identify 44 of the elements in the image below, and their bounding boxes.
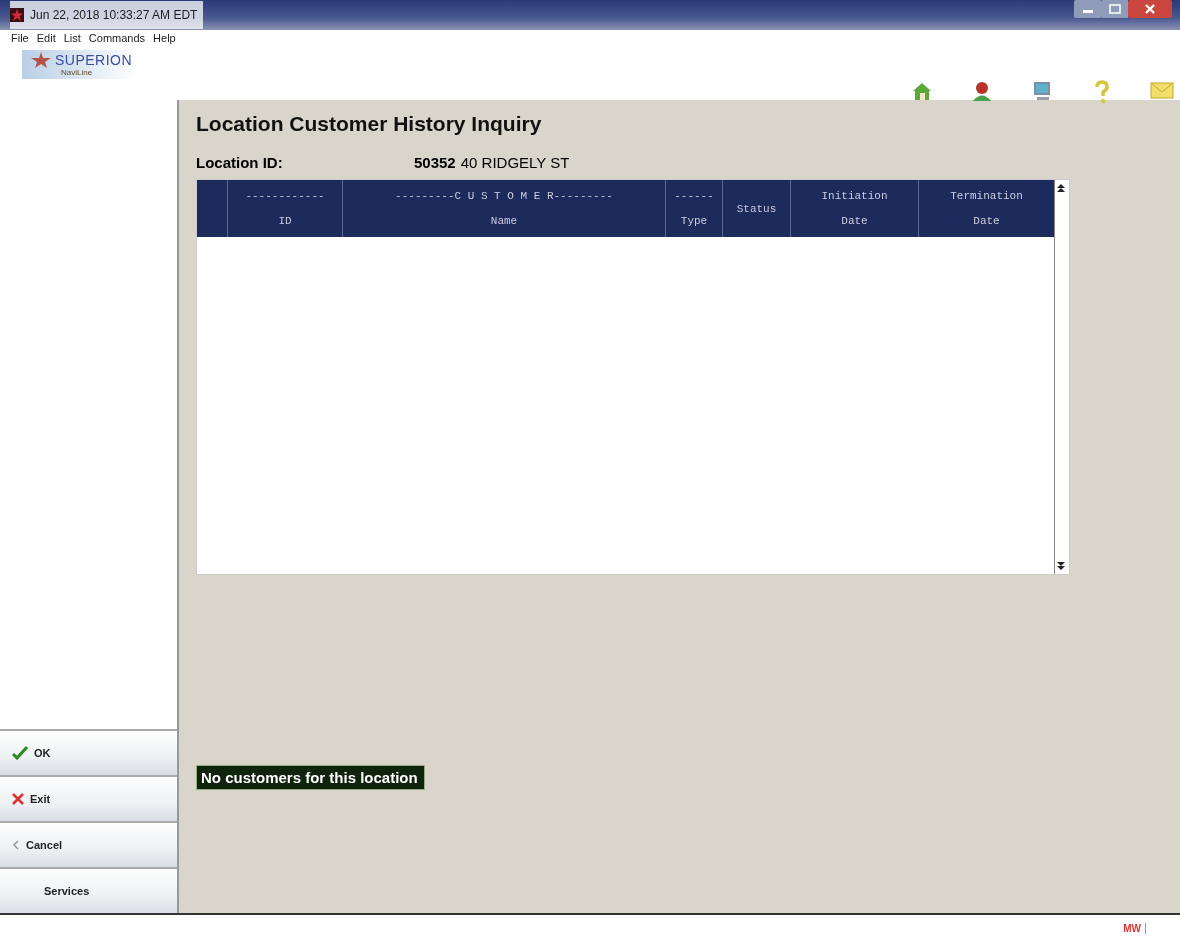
app-star-icon — [10, 8, 24, 22]
help-icon[interactable] — [1094, 80, 1110, 104]
close-icon — [12, 793, 24, 805]
scroll-bottom-icon[interactable] — [1055, 560, 1067, 572]
column-header-text: ---------C U S T O M E R--------- — [395, 190, 613, 203]
column-header-text: Type — [680, 214, 708, 227]
house-icon[interactable] — [911, 80, 933, 102]
page-title: Location Customer History Inquiry — [196, 112, 543, 136]
close-icon[interactable] — [1128, 0, 1172, 18]
user-initials: MW — [1123, 922, 1146, 934]
window-title: Jun 22, 2018 10:33:27 AM EDT — [30, 8, 198, 22]
minimize-icon[interactable] — [1074, 0, 1102, 18]
chevron-left-icon — [12, 839, 20, 851]
brand-name: SUPERION — [55, 52, 133, 68]
maximize-icon[interactable] — [1102, 0, 1128, 18]
column-header-text: Date — [973, 214, 1000, 227]
person-icon[interactable] — [971, 80, 993, 102]
column-header-text: ------ — [674, 190, 714, 203]
cancel-button[interactable]: Cancel — [0, 821, 177, 867]
menu-item[interactable]: List — [63, 32, 81, 50]
computer-icon[interactable] — [1031, 80, 1053, 102]
menu-item[interactable]: Edit — [36, 32, 56, 50]
scroll-top-icon[interactable] — [1055, 182, 1067, 194]
exit-button[interactable]: Exit — [0, 775, 177, 821]
column-header-text: Date — [841, 214, 868, 227]
column-header-text: Status — [736, 202, 777, 215]
status-message: No customers for this location — [196, 765, 425, 790]
menu-item[interactable]: Help — [153, 32, 176, 50]
address: 40 RIDGELY ST — [460, 154, 570, 171]
location-id: 50352 — [414, 154, 456, 171]
column-header-text: ID — [278, 214, 292, 227]
mail-icon[interactable] — [1150, 80, 1174, 100]
column-header-text: Termination — [950, 190, 1023, 203]
star-logo-icon — [30, 52, 52, 68]
column-header-text: Name — [490, 214, 518, 227]
check-icon — [12, 746, 28, 760]
column-header-text: ------------ — [245, 190, 325, 203]
ok-button[interactable]: OK — [0, 729, 177, 775]
menu-item[interactable]: File — [11, 32, 29, 50]
services-button[interactable]: Services — [0, 867, 177, 913]
product-name: NaviLine — [61, 68, 94, 77]
field-label: Location ID: — [196, 154, 284, 171]
menu-item[interactable]: Commands — [88, 32, 146, 50]
column-header-text: Initiation — [821, 190, 888, 203]
